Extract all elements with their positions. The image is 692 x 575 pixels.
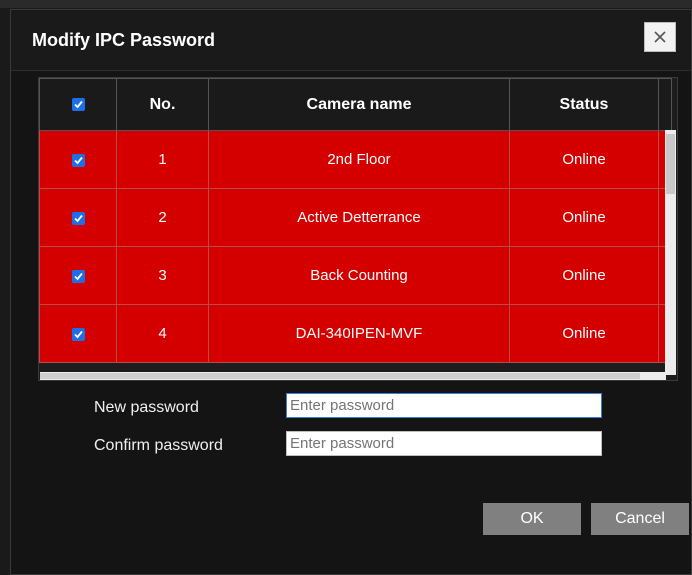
table-row[interactable]: 1 2nd Floor Online [39, 130, 672, 189]
header-status[interactable]: Status [509, 78, 659, 131]
header-spacer [658, 78, 672, 131]
row-no: 4 [116, 304, 209, 363]
ok-button[interactable]: OK [483, 503, 581, 535]
row-checkbox[interactable] [71, 269, 85, 283]
row-checkbox[interactable] [71, 327, 85, 341]
row-no: 2 [116, 188, 209, 247]
select-all-checkbox[interactable] [71, 97, 85, 111]
row-status: Online [509, 304, 659, 363]
dialog-title: Modify IPC Password [32, 30, 216, 50]
camera-table: No. Camera name Status 1 2nd Floor Onlin… [38, 77, 678, 381]
table-row[interactable]: 3 Back Counting Online [39, 246, 672, 305]
horizontal-scroll-thumb[interactable] [40, 373, 640, 379]
modify-ipc-password-dialog: Modify IPC Password No. Camera name Stat… [10, 9, 692, 575]
table-row[interactable]: 4 DAI-340IPEN-MVF Online [39, 304, 672, 363]
row-camera-name: Active Detterrance [208, 188, 510, 247]
table-row[interactable]: 2 Active Detterrance Online [39, 188, 672, 247]
row-status: Online [509, 130, 659, 189]
row-checkbox[interactable] [71, 211, 85, 225]
row-camera-name: DAI-340IPEN-MVF [208, 304, 510, 363]
confirm-password-label: Confirm password [94, 437, 223, 454]
new-password-field[interactable] [286, 393, 602, 418]
select-all-header [39, 78, 117, 131]
row-checkbox[interactable] [71, 153, 85, 167]
row-status: Online [509, 188, 659, 247]
background-window-strip [0, 0, 692, 8]
header-no[interactable]: No. [116, 78, 209, 131]
table-header-row: No. Camera name Status [39, 78, 672, 131]
vertical-scroll-thumb[interactable] [666, 134, 675, 194]
close-button[interactable] [644, 22, 676, 52]
row-status: Online [509, 246, 659, 305]
table-horizontal-scrollbar[interactable] [40, 372, 666, 380]
row-no: 1 [116, 130, 209, 189]
new-password-label: New password [94, 399, 199, 416]
row-no: 3 [116, 246, 209, 305]
confirm-password-field[interactable] [286, 431, 602, 456]
dialog-title-bar: Modify IPC Password [11, 10, 691, 71]
close-icon [654, 31, 666, 43]
row-camera-name: Back Counting [208, 246, 510, 305]
row-camera-name: 2nd Floor [208, 130, 510, 189]
cancel-button[interactable]: Cancel [591, 503, 689, 535]
header-camera-name[interactable]: Camera name [208, 78, 510, 131]
table-vertical-scrollbar[interactable] [665, 130, 676, 375]
